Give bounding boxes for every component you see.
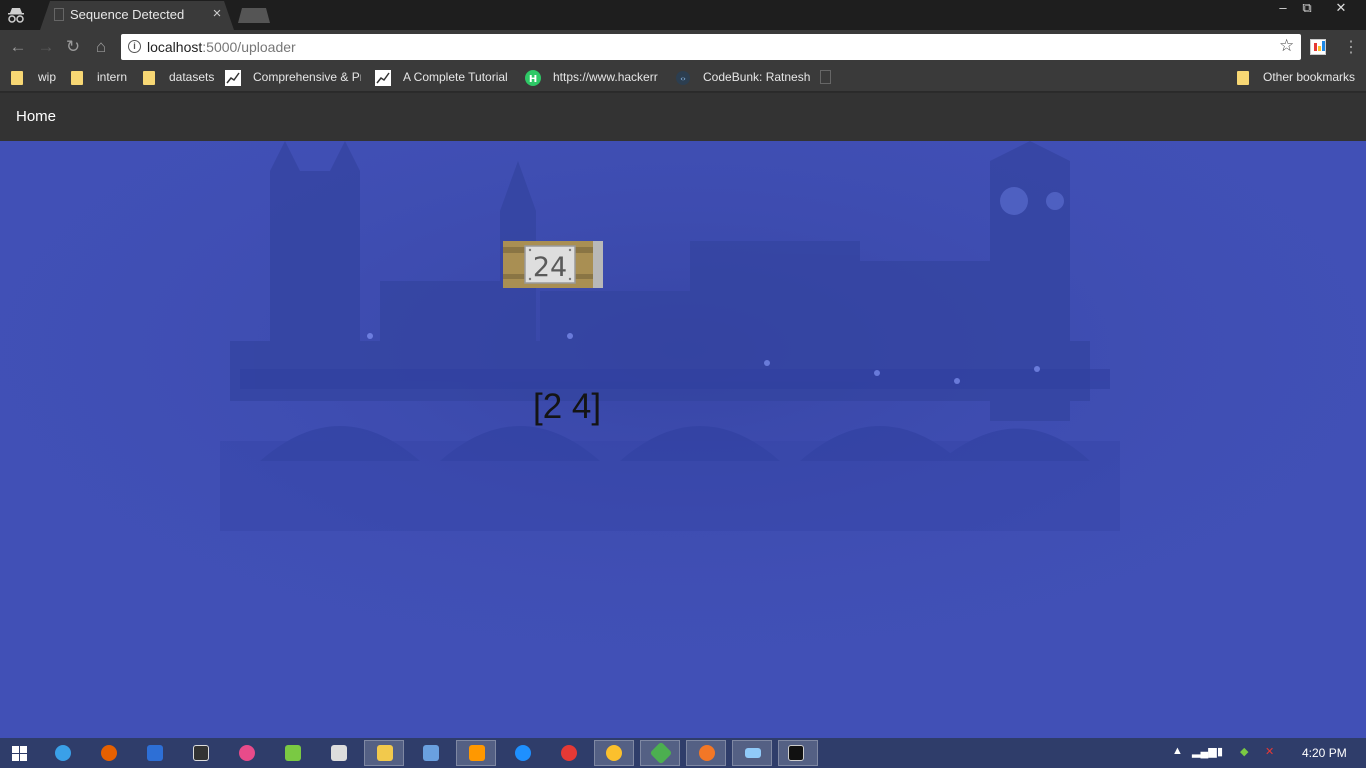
restore-button[interactable]: ⧉: [1294, 0, 1320, 18]
paint-app-icon[interactable]: [239, 745, 255, 761]
page-favicon-icon: [54, 8, 64, 21]
tray-overflow-icon[interactable]: ▲: [1172, 745, 1183, 757]
page-navbar: [0, 93, 1366, 141]
svg-text:‹›: ‹›: [680, 75, 686, 83]
home-icon[interactable]: ⌂: [92, 38, 110, 56]
menu-icon[interactable]: ⋮: [1343, 37, 1359, 57]
detected-sequence: [2 4]: [533, 387, 602, 426]
network-signal-icon[interactable]: ▂▄▆: [1192, 745, 1217, 758]
page-icon: [820, 70, 831, 84]
sync-app-icon[interactable]: [515, 745, 531, 761]
bookmark-wip[interactable]: wip: [38, 70, 56, 84]
bookmark-complete-tutorial[interactable]: A Complete Tutorial: [403, 70, 511, 84]
nav-home-link[interactable]: Home: [16, 108, 56, 125]
star-icon[interactable]: ☆: [1279, 36, 1294, 56]
sublime-text-icon[interactable]: [469, 745, 485, 761]
folder-icon: [11, 71, 23, 85]
bookmark-comprehensive[interactable]: Comprehensive & Pr: [253, 70, 361, 84]
virtualbox-icon[interactable]: [423, 745, 439, 761]
minimize-button[interactable]: –: [1270, 0, 1296, 18]
chart-favicon-icon: [375, 70, 391, 86]
command-prompt-icon[interactable]: [788, 745, 804, 761]
info-icon[interactable]: i: [128, 40, 141, 53]
reload-icon[interactable]: ↻: [64, 38, 82, 56]
bookmark-datasets[interactable]: datasets: [169, 70, 214, 84]
bookmark-intern[interactable]: intern: [97, 70, 127, 84]
codebunk-icon: ‹›: [676, 71, 690, 85]
taskbar-clock[interactable]: 4:20 PM: [1302, 746, 1347, 760]
new-tab-button[interactable]: [238, 8, 270, 23]
close-window-button[interactable]: ✕: [1318, 0, 1364, 18]
chart-favicon-icon: [225, 70, 241, 86]
extension-icon[interactable]: [1310, 39, 1326, 55]
security-icon[interactable]: ◆: [1240, 745, 1248, 758]
plate-number: 24: [533, 252, 567, 283]
hackerrank-icon: H: [525, 70, 541, 86]
license-plate-image: 24: [503, 241, 603, 288]
volume-muted-icon[interactable]: ✕: [1265, 745, 1274, 758]
tab-close-icon[interactable]: ×: [210, 5, 224, 22]
incognito-icon: [8, 8, 24, 23]
firefox-icon[interactable]: [101, 745, 117, 761]
chrome-active-icon[interactable]: [606, 745, 622, 761]
file-explorer-icon[interactable]: [377, 745, 393, 761]
keyboard-icon[interactable]: [745, 748, 761, 758]
tab-title[interactable]: Sequence Detected: [70, 7, 184, 22]
url-text[interactable]: localhost:5000/uploader: [147, 39, 296, 55]
page-content: 24 [2 4]: [0, 141, 1366, 738]
folder-icon: [71, 71, 83, 85]
address-bar[interactable]: [121, 34, 1301, 60]
other-bookmarks[interactable]: Other bookmarks: [1263, 70, 1355, 84]
svg-text:H: H: [529, 74, 537, 85]
gvim-icon[interactable]: [331, 745, 347, 761]
chrome-icon[interactable]: [561, 745, 577, 761]
folder-icon: [143, 71, 155, 85]
bookmark-hackerrank[interactable]: https://www.hackerr: [553, 70, 661, 84]
folder-icon: [1237, 71, 1249, 85]
jupyter-icon[interactable]: [699, 745, 715, 761]
r-app-icon[interactable]: [147, 745, 163, 761]
internet-explorer-icon[interactable]: [55, 745, 71, 761]
back-icon[interactable]: ←: [9, 38, 27, 56]
london-skyline-background: [0, 141, 1366, 738]
runner-app-icon[interactable]: [193, 745, 209, 761]
bookmark-codebunk[interactable]: CodeBunk: Ratnesh: [703, 70, 810, 84]
forward-icon[interactable]: →: [37, 38, 55, 56]
battery-icon[interactable]: ▮: [1217, 745, 1223, 758]
windows-start-icon[interactable]: [12, 746, 27, 761]
winrar-icon[interactable]: [285, 745, 301, 761]
